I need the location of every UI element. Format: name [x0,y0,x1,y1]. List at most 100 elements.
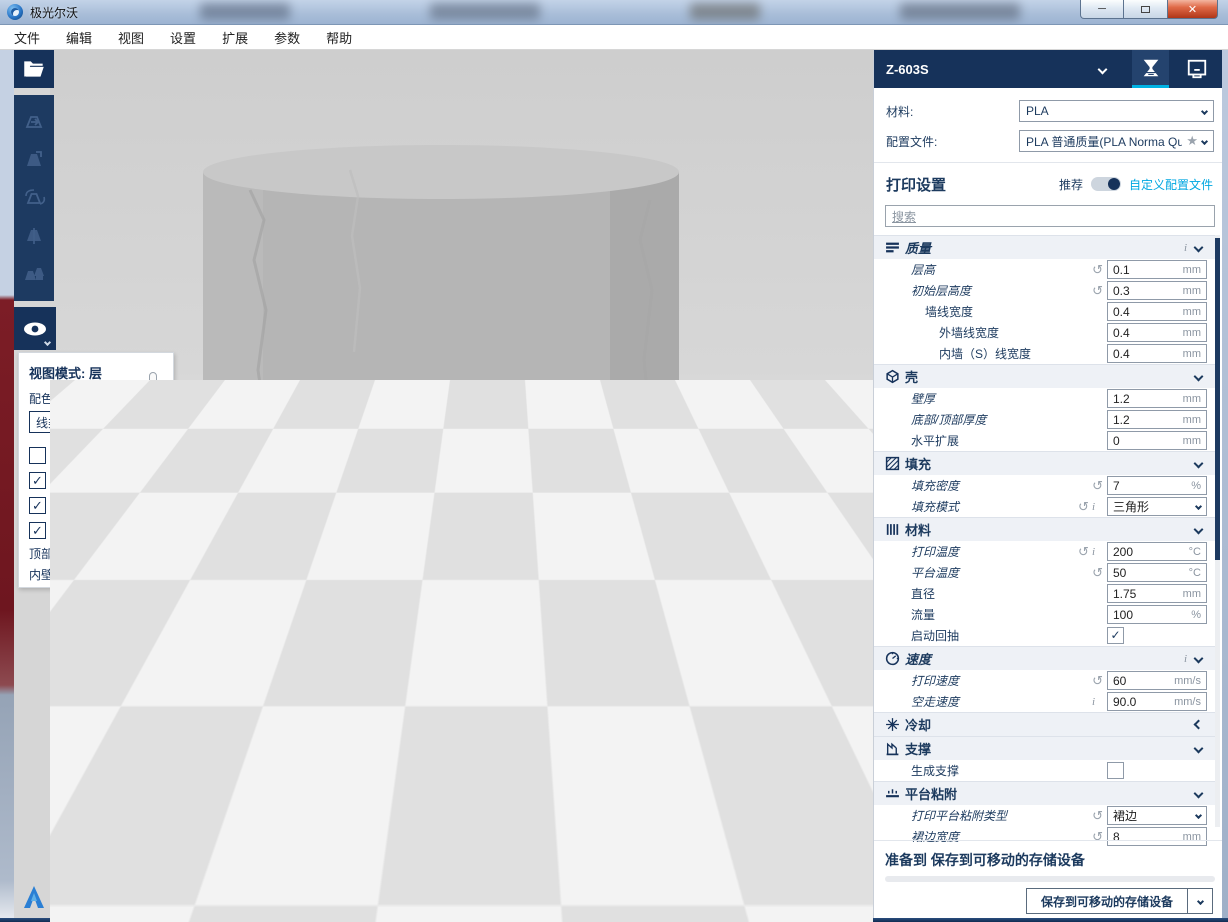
revert-icon[interactable]: ↺ [1092,284,1103,297]
setting-value-field[interactable]: 7% [1107,476,1207,495]
menu-item[interactable]: 文件 [14,28,40,47]
setting-value-field[interactable]: 90.0mm/s [1107,692,1207,711]
setting-row-icons: ↺ [1092,263,1103,276]
setting-row: 流量100% [874,604,1216,625]
settings-section-header[interactable]: 支撑 [874,736,1216,760]
settings-panel: Z-603S 材料: PLA [873,50,1222,918]
machine-select[interactable]: Z-603S [886,62,1099,77]
setting-value: 0 [1113,434,1183,448]
tab-monitor[interactable] [1178,50,1215,88]
color-scheme-label: 配色方案 [29,390,165,407]
setting-checkbox[interactable] [1107,762,1124,779]
settings-mode-toggle[interactable] [1091,177,1121,191]
settings-section-header[interactable]: 壳 [874,364,1216,388]
menu-item[interactable]: 设置 [170,28,196,47]
setting-value-field[interactable]: 1.2mm [1107,410,1207,429]
layer-slider[interactable] [147,372,159,578]
setting-value-field[interactable]: 60mm/s [1107,671,1207,690]
minimize-button[interactable]: ─ [1080,0,1124,19]
close-button[interactable]: ✕ [1168,0,1218,19]
setting-row: 平台温度↺50°C [874,562,1216,583]
settings-scrollbar[interactable] [1215,235,1220,827]
setting-value-field[interactable]: 0mm [1107,431,1207,450]
setting-select[interactable]: 裙边 [1107,806,1207,825]
maximize-button[interactable] [1124,0,1168,19]
revert-icon[interactable]: ↺ [1078,545,1089,558]
setting-value-field[interactable]: 0.1mm [1107,260,1207,279]
menu-item[interactable]: 参数 [274,28,300,47]
revert-icon[interactable]: ↺ [1092,830,1103,843]
section-title: 质量 [905,238,931,257]
material-select[interactable]: PLA [1019,100,1214,122]
view-option-checkbox[interactable]: ✓ [29,522,46,539]
settings-search-input[interactable]: 搜索 [885,205,1215,227]
revert-icon[interactable]: ↺ [1092,263,1103,276]
save-options-dropdown[interactable] [1187,889,1212,913]
custom-profile-link[interactable]: 自定义配置文件 [1129,176,1213,193]
setting-row-icons: ↺ [1092,674,1103,687]
settings-section-header[interactable]: 质量i [874,235,1216,259]
profile-select[interactable]: PLA 普通质量(PLA Norma Qua ★ [1019,130,1214,152]
sliced-model[interactable] [171,455,713,867]
setting-unit: mm/s [1174,696,1201,708]
edit-pencil-icon[interactable] [849,846,865,862]
view-option-label: 显示空走轨迹 [52,447,132,464]
view-option-checkbox[interactable] [29,447,46,464]
setting-select[interactable]: 三角形 [1107,497,1207,516]
setting-value-field[interactable]: 0.4mm [1107,302,1207,321]
settings-section-header[interactable]: 平台粘附 [874,781,1216,805]
layer-slider-track-lower[interactable] [149,471,157,571]
setting-value-field[interactable]: 8mm [1107,827,1207,846]
menu-item[interactable]: 视图 [118,28,144,47]
setting-checkbox[interactable]: ✓ [1107,627,1124,644]
setting-unit: °C [1189,567,1201,579]
setting-label: 打印平台粘附类型 [911,807,1092,824]
settings-section-header[interactable]: 冷却 [874,712,1216,736]
view-option-label: 显示填充 [52,522,132,539]
scale-tool[interactable] [21,147,47,173]
menu-item[interactable]: 帮助 [326,28,352,47]
color-scheme-select[interactable]: 线类型 [29,411,147,433]
save-to-removable-button[interactable]: 保存到可移动的存储设备 [1026,888,1213,914]
setting-value: 0.4 [1113,347,1183,361]
setting-value-field[interactable]: 1.2mm [1107,389,1207,408]
revert-icon[interactable]: ↺ [1092,479,1103,492]
view-option-checkbox[interactable]: ✓ [29,497,46,514]
setting-value: 100 [1113,608,1191,622]
settings-section-header[interactable]: 材料 [874,517,1216,541]
printer-monitor-icon [1186,58,1208,80]
setting-value-field[interactable]: 0.4mm [1107,323,1207,342]
layer-slider-track-upper[interactable] [149,372,157,473]
settings-section-header[interactable]: 填充 [874,451,1216,475]
revert-icon[interactable]: ↺ [1092,674,1103,687]
view-mode-button[interactable] [14,307,56,350]
setting-label: 底部/顶部厚度 [911,411,1103,428]
chevron-down-icon [1194,243,1204,253]
view-option-checkbox[interactable]: ✓ [29,472,46,489]
setting-value-field[interactable]: 0.4mm [1107,344,1207,363]
setting-value-field[interactable]: 100% [1107,605,1207,624]
scrollbar-thumb[interactable] [1215,238,1220,560]
setting-value-field[interactable]: 200°C [1107,542,1207,561]
revert-icon[interactable]: ↺ [1078,500,1089,513]
save-button-label[interactable]: 保存到可移动的存储设备 [1027,889,1187,913]
open-file-button[interactable] [14,50,54,88]
move-tool[interactable] [21,109,47,135]
setting-label: 流量 [911,606,1103,623]
revert-icon[interactable]: ↺ [1092,809,1103,822]
menu-item[interactable]: 编辑 [66,28,92,47]
chevron-small down-icon [1195,503,1202,510]
setting-value-field[interactable]: 50°C [1107,563,1207,582]
tab-prepare[interactable] [1132,50,1169,88]
setting-value-field[interactable]: 1.75mm [1107,584,1207,603]
per-model-settings-tool[interactable] [21,261,47,287]
rotate-tool[interactable] [21,185,47,211]
settings-section-header[interactable]: 速度i [874,646,1216,670]
layer-slider-lower-handle[interactable] [144,561,163,580]
view-option-label: 显示壁 [52,497,132,514]
setting-value-field[interactable]: 0.3mm [1107,281,1207,300]
model-tools-toolbar [14,95,54,301]
mirror-tool[interactable] [21,223,47,249]
revert-icon[interactable]: ↺ [1092,566,1103,579]
menu-item[interactable]: 扩展 [222,28,248,47]
